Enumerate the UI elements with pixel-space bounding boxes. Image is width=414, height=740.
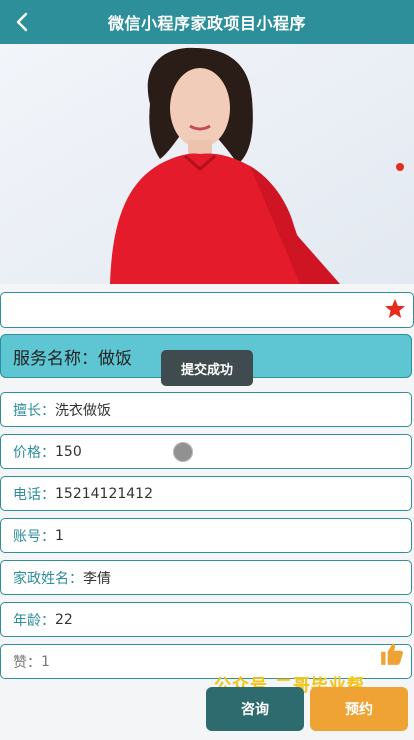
field-label: 家政姓名：: [13, 570, 83, 587]
favorite-row: [0, 292, 414, 328]
field-label: 电话：: [13, 486, 55, 503]
field-label: 擅长：: [13, 402, 55, 419]
field-age: 年龄： 22: [0, 602, 412, 637]
service-name-label: 服务名称：: [13, 348, 98, 369]
field-label: 价格：: [13, 444, 55, 461]
thumbs-up-icon[interactable]: [379, 641, 405, 667]
chevron-left-icon: [16, 12, 28, 32]
field-price: 价格： 150: [0, 434, 412, 469]
field-label: 年龄：: [13, 612, 55, 629]
nav-bar: 微信小程序家政项目小程序: [0, 0, 414, 44]
field-value: 22: [55, 611, 73, 628]
back-button[interactable]: [6, 6, 38, 38]
field-value: 15214121412: [55, 485, 153, 502]
likes-label: 赞：: [13, 654, 41, 671]
service-name-value: 做饭: [98, 348, 132, 369]
field-account: 账号： 1: [0, 518, 412, 553]
star-icon[interactable]: [383, 297, 407, 321]
success-toast: 提交成功: [161, 350, 253, 386]
carousel-indicator[interactable]: [396, 163, 404, 171]
consult-button[interactable]: 咨询: [206, 687, 304, 731]
book-button[interactable]: 预约: [310, 687, 408, 731]
touch-indicator: [173, 442, 193, 462]
field-housekeeper-name: 家政姓名： 李倩: [0, 560, 412, 595]
field-value: 1: [55, 527, 64, 544]
field-phone: 电话： 15214121412: [0, 476, 412, 511]
profile-photo: [0, 44, 414, 284]
likes-value: 1: [41, 653, 50, 670]
field-value: 150: [55, 443, 82, 460]
hero-carousel[interactable]: [0, 44, 414, 284]
field-specialty: 擅长： 洗衣做饭: [0, 392, 412, 427]
page-title: 微信小程序家政项目小程序: [107, 14, 306, 33]
field-value: 李倩: [83, 570, 111, 587]
field-value: 洗衣做饭: [55, 402, 111, 419]
field-label: 账号：: [13, 528, 55, 545]
